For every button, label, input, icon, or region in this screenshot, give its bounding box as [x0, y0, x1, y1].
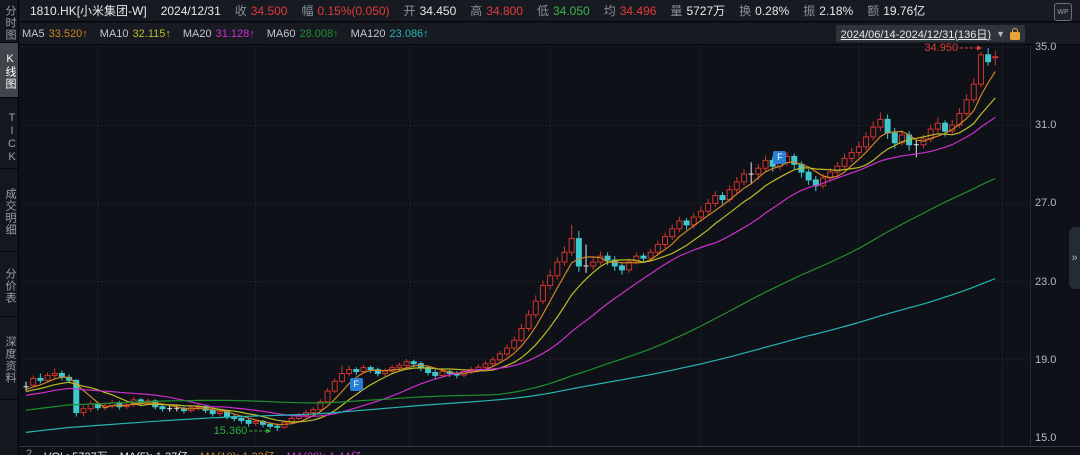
volume-indicator-value: MA(5): 1.37亿: [120, 448, 188, 455]
volume-indicator-value: MA(20): 1.44亿: [287, 448, 362, 455]
ma-legend-label: MA20: [183, 28, 212, 40]
quote-field: 开 34.450: [404, 2, 457, 19]
volume-pane: 2 VOL: 5727万 MA(5): 1.37亿 MA(10): 1.33亿 MA(…: [18, 446, 1080, 455]
quote-field: 额19.76亿: [867, 2, 925, 19]
sidebar-item-depth-info[interactable]: 深度资料: [0, 317, 18, 400]
ma-legend-item: MA10 32.115↑: [100, 28, 171, 40]
quote-field-value: 19.76亿: [883, 2, 925, 19]
date-range-label: 2024/06/14-2024/12/31(136日): [841, 26, 991, 42]
quote-field-value: 0.15%(0.050): [318, 4, 390, 18]
indicator-bar: MA5 33.520↑ MA10 32.115↑ MA20 31.128↑ MA60 28.0…: [18, 23, 1080, 45]
ma-legend-value: 28.008↑: [300, 28, 339, 40]
y-axis-label: 23.0: [1035, 276, 1056, 288]
quote-field-label: 额: [867, 2, 879, 19]
volume-indicator-value: VOL: 5727万: [44, 448, 108, 455]
y-axis-label: 19.0: [1035, 354, 1056, 366]
panel-collapse-handle[interactable]: »: [1069, 227, 1080, 289]
ma-legend-item: MA20 31.128↑: [183, 28, 255, 40]
y-axis-label: 35.0: [1035, 41, 1056, 53]
ma-legend-item: MA5 33.520↑: [22, 28, 88, 40]
lock-body: [1010, 32, 1020, 40]
quote-date: 2024/12/31: [161, 4, 221, 18]
quote-field-label: 低: [537, 2, 549, 19]
quote-field: 量5727万: [670, 2, 725, 19]
quote-field-value: 34.500: [251, 4, 288, 18]
quote-field-label: 换: [739, 2, 751, 19]
quote-field: 低 34.050: [537, 2, 590, 19]
candlestick-plot: [18, 45, 1030, 446]
quote-bar: 1810.HK[小米集团-W] 2024/12/31 收 34.500 幅 0.15%…: [18, 0, 1080, 22]
quote-field-label: 收: [235, 2, 247, 19]
symbol-title: 1810.HK[小米集团-W]: [30, 2, 147, 19]
quote-fields: 收 34.500 幅 0.15%(0.050) 开 34.450 高 34.800 低 34.05…: [235, 2, 926, 19]
sidebar-item-trade-detail[interactable]: 成交明细: [0, 169, 18, 252]
y-axis-label: 31.0: [1035, 119, 1056, 131]
sidebar-item-price-table[interactable]: 分价表: [0, 252, 18, 317]
event-marker-f[interactable]: F: [773, 151, 786, 164]
ma-legend-item: MA60 28.008↑: [267, 28, 339, 40]
ma-legend-item: MA120 23.086↑: [351, 28, 429, 40]
quote-field-label: 开: [404, 2, 416, 19]
quote-field: 高 34.800: [470, 2, 523, 19]
quote-field-label: 幅: [301, 2, 313, 19]
ma-legend-label: MA120: [351, 28, 386, 40]
stock-app-window: 1810.HK[小米集团-W] 2024/12/31 收 34.500 幅 0.15%…: [0, 0, 1080, 455]
volume-indicator-value: MA(10): 1.33亿: [200, 448, 275, 455]
wp-logo-icon: WP: [1054, 3, 1072, 21]
quote-field-value: 0.28%: [755, 4, 789, 18]
quote-field-value: 34.496: [620, 4, 657, 18]
quote-field-label: 高: [470, 2, 482, 19]
quote-field-value: 34.450: [420, 4, 457, 18]
y-axis-label: 27.0: [1035, 197, 1056, 209]
kline-chart-canvas[interactable]: 34.95015.360FF: [18, 45, 1030, 446]
ma-legend-value: 23.086↑: [390, 28, 429, 40]
lock-icon[interactable]: [1010, 28, 1020, 40]
quote-field: 均 34.496: [604, 2, 657, 19]
quote-field: 幅 0.15%(0.050): [301, 2, 389, 19]
volume-values: VOL: 5727万 MA(5): 1.37亿 MA(10): 1.33亿 MA(20…: [44, 448, 361, 455]
quote-field: 收 34.500: [235, 2, 288, 19]
quote-field: 换 0.28%: [739, 2, 789, 19]
quote-field-value: 34.050: [553, 4, 590, 18]
y-axis-label: 15.0: [1035, 432, 1056, 444]
left-sidebar: 分时图 K线图 TICK 成交明细 分价表 深度资料: [0, 0, 19, 455]
sidebar-item-timeline[interactable]: 分时图: [0, 0, 18, 43]
quote-field-label: 均: [604, 2, 616, 19]
date-range-selector[interactable]: 2024/06/14-2024/12/31(136日) ▼: [836, 25, 1025, 42]
ma-legend: MA5 33.520↑ MA10 32.115↑ MA20 31.128↑ MA60 28.0…: [18, 28, 429, 40]
quote-field-label: 振: [803, 2, 815, 19]
ma-legend-value: 32.115↑: [133, 28, 171, 40]
ma-legend-label: MA60: [267, 28, 296, 40]
ma-legend-value: 31.128↑: [216, 28, 255, 40]
volume-pane-index: 2: [26, 448, 32, 455]
chevron-down-icon[interactable]: ▼: [996, 29, 1005, 39]
quote-field-value: 5727万: [686, 2, 725, 19]
event-marker-f[interactable]: F: [350, 378, 363, 391]
sidebar-item-tick[interactable]: TICK: [0, 104, 18, 169]
ma-legend-value: 33.520↑: [49, 28, 88, 40]
quote-field-value: 34.800: [486, 4, 523, 18]
sidebar-item-kline[interactable]: K线图: [0, 43, 18, 98]
quote-field-value: 2.18%: [819, 4, 853, 18]
quote-field-label: 量: [670, 2, 682, 19]
ma-legend-label: MA10: [100, 28, 129, 40]
ma-legend-label: MA5: [22, 28, 45, 40]
volume-indicator-row: 2 VOL: 5727万 MA(5): 1.37亿 MA(10): 1.33亿 MA(…: [26, 448, 361, 455]
quote-field: 振 2.18%: [803, 2, 853, 19]
